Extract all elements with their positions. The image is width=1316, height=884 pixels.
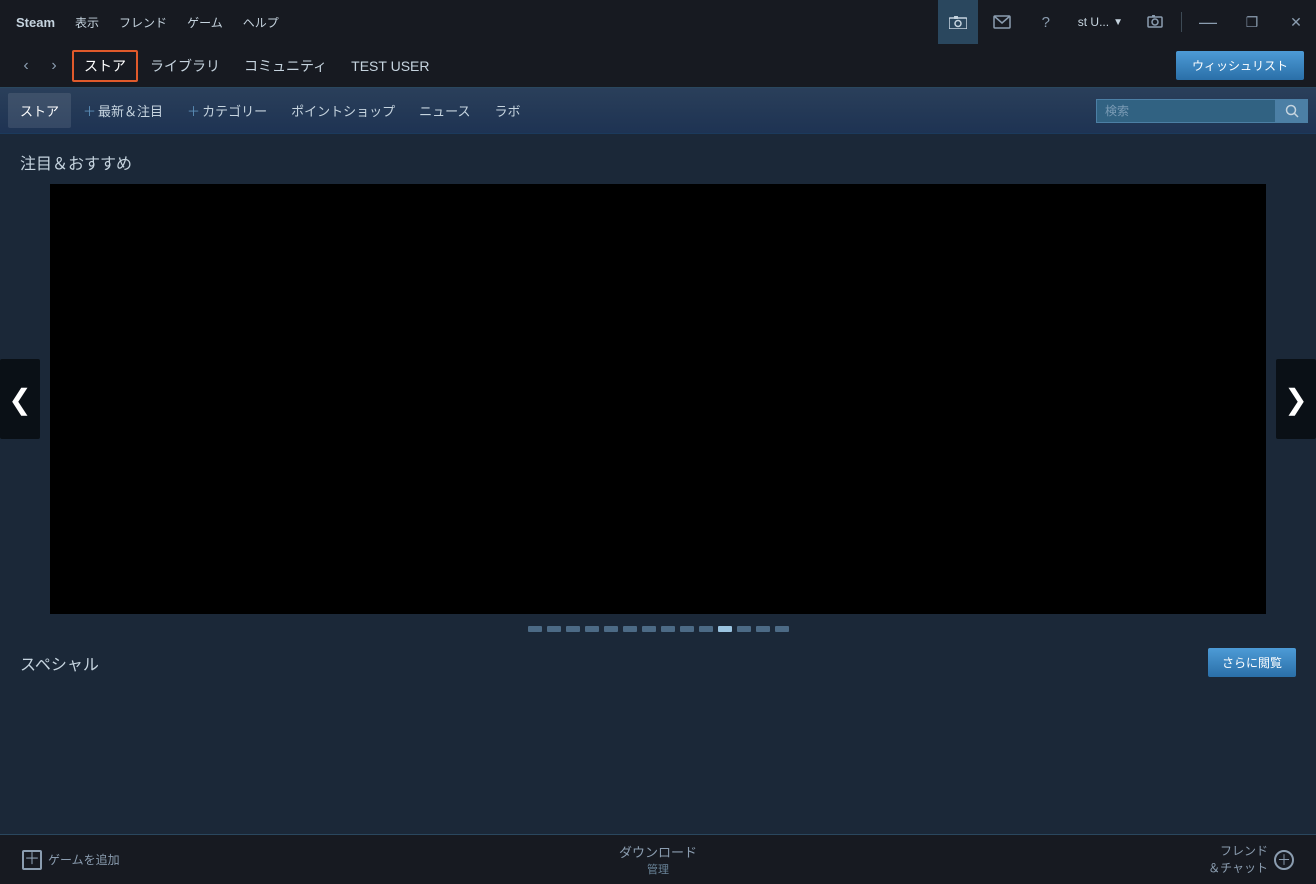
user-menu[interactable]: st U... ▼ <box>1070 0 1131 44</box>
download-manager-button[interactable]: ダウンロード 管理 <box>619 842 697 877</box>
more-button[interactable]: さらに閲覧 <box>1208 648 1296 677</box>
dot-4[interactable] <box>585 626 599 632</box>
add-friend-icon: ＋ <box>1274 850 1294 870</box>
wishlist-button[interactable]: ウィッシュリスト <box>1176 51 1304 80</box>
search-input[interactable] <box>1096 99 1276 123</box>
mail-button[interactable] <box>982 0 1022 44</box>
friends-chat-button[interactable]: フレンド＆チャット ＋ <box>1198 837 1304 883</box>
nav-tab-store[interactable]: ストア <box>72 50 138 82</box>
add-icon: ＋ <box>22 850 42 870</box>
close-button[interactable]: ✕ <box>1276 0 1316 44</box>
search-button[interactable] <box>1276 99 1308 123</box>
steam-label[interactable]: Steam <box>8 11 63 34</box>
nav-tab-community[interactable]: コミュニティ <box>232 50 339 82</box>
dot-9[interactable] <box>680 626 694 632</box>
chevron-right-icon: ❯ <box>1284 383 1307 416</box>
carousel-image <box>50 184 1266 614</box>
special-section-title: スペシャル <box>20 651 99 675</box>
subnav-category[interactable]: ＋カテゴリー <box>175 93 279 128</box>
download-sublabel: 管理 <box>647 861 669 877</box>
add-game-label: ゲームを追加 <box>48 851 120 868</box>
help-button[interactable]: ? <box>1026 0 1066 44</box>
menu-friends[interactable]: フレンド <box>111 10 175 35</box>
title-bar: Steam 表示 フレンド ゲーム ヘルプ ? st U... ▼ <box>0 0 1316 44</box>
subnav-new[interactable]: ＋最新＆注目 <box>71 93 175 128</box>
subnav-lab[interactable]: ラボ <box>482 93 532 128</box>
dot-13[interactable] <box>756 626 770 632</box>
menu-games[interactable]: ゲーム <box>179 10 231 35</box>
separator <box>1181 12 1182 32</box>
store-subnav: ストア ＋最新＆注目 ＋カテゴリー ポイントショップ ニュース ラボ <box>0 88 1316 134</box>
restore-button[interactable]: ❐ <box>1232 0 1272 44</box>
title-bar-controls: ? st U... ▼ — ❐ ✕ <box>938 0 1316 44</box>
user-label: st U... <box>1078 15 1109 29</box>
add-game-button[interactable]: ＋ ゲームを追加 <box>12 844 130 876</box>
dot-10[interactable] <box>699 626 713 632</box>
subnav-news[interactable]: ニュース <box>407 93 482 128</box>
chevron-down-icon: ▼ <box>1113 17 1123 28</box>
dot-1[interactable] <box>528 626 542 632</box>
dot-2[interactable] <box>547 626 561 632</box>
friend-chat-area[interactable]: フレンド＆チャット ＋ <box>1198 837 1304 883</box>
subnav-search-area <box>1096 99 1308 123</box>
nav-bar: ‹ › ストア ライブラリ コミュニティ TEST USER ウィッシュリスト <box>0 44 1316 88</box>
screenshot-button[interactable] <box>1135 0 1175 44</box>
minimize-button[interactable]: — <box>1188 0 1228 44</box>
dot-12[interactable] <box>737 626 751 632</box>
subnav-pointshop[interactable]: ポイントショップ <box>279 93 407 128</box>
subnav-store[interactable]: ストア <box>8 93 71 128</box>
menu-display[interactable]: 表示 <box>67 10 107 35</box>
carousel-next-button[interactable]: ❯ <box>1276 359 1316 439</box>
carousel-prev-button[interactable]: ❮ <box>0 359 40 439</box>
nav-tab-library[interactable]: ライブラリ <box>138 50 232 82</box>
menu-help[interactable]: ヘルプ <box>235 10 287 35</box>
chevron-left-icon: ❮ <box>8 383 31 416</box>
featured-title: 注目＆おすすめ <box>0 150 1316 184</box>
special-section-header: スペシャル さらに閲覧 <box>0 632 1316 677</box>
dot-5[interactable] <box>604 626 618 632</box>
download-label: ダウンロード <box>619 842 697 861</box>
main-content: 注目＆おすすめ ❮ ❯ スペシャル さらに閲覧 <box>0 134 1316 834</box>
dot-6[interactable] <box>623 626 637 632</box>
camera-button[interactable] <box>938 0 978 44</box>
friend-chat-label: フレンド＆チャット <box>1208 843 1268 877</box>
dot-11[interactable] <box>718 626 732 632</box>
nav-username[interactable]: TEST USER <box>339 52 441 80</box>
dot-14[interactable] <box>775 626 789 632</box>
dot-7[interactable] <box>642 626 656 632</box>
carousel-container: ❮ ❯ <box>0 184 1316 614</box>
steam-menu: Steam 表示 フレンド ゲーム ヘルプ <box>8 10 287 35</box>
back-button[interactable]: ‹ <box>12 52 40 80</box>
dot-8[interactable] <box>661 626 675 632</box>
dot-3[interactable] <box>566 626 580 632</box>
forward-button[interactable]: › <box>40 52 68 80</box>
taskbar: ＋ ゲームを追加 ダウンロード 管理 フレンド＆チャット ＋ <box>0 834 1316 884</box>
